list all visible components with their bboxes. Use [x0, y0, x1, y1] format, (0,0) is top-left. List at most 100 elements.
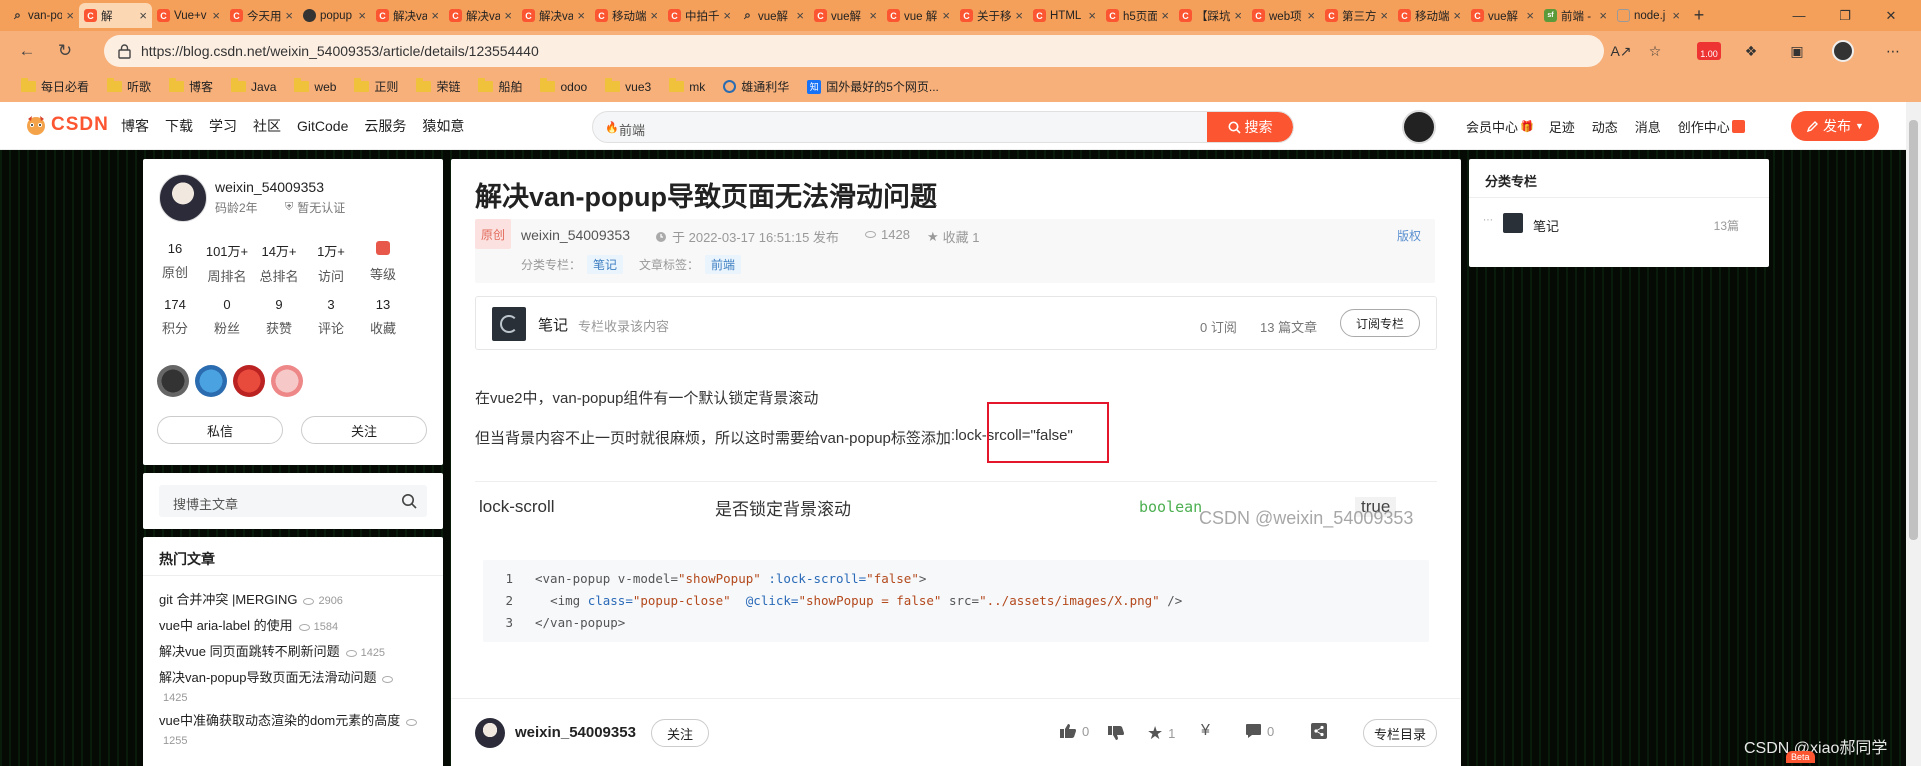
bookmark-item[interactable]: 知国外最好的5个网页... — [798, 75, 948, 99]
bookmark-item[interactable]: 每日必看 — [12, 75, 98, 99]
close-tab-icon[interactable]: × — [1161, 8, 1169, 23]
profile-stat[interactable]: 101万+ 周排名 — [201, 241, 253, 285]
nav-item[interactable]: GitCode — [297, 118, 348, 134]
right-nav-item[interactable]: 动态 — [1592, 117, 1618, 136]
collections-icon[interactable]: ▣ — [1784, 38, 1810, 64]
column-tag[interactable]: 笔记 — [587, 255, 624, 274]
browser-tab[interactable]: popup × — [298, 3, 371, 28]
category-item[interactable]: 笔记 — [1533, 216, 1559, 235]
nav-item[interactable]: 社区 — [253, 116, 281, 136]
browser-tab[interactable]: C 今天用 × — [225, 3, 298, 28]
bookmark-item[interactable]: 博客 — [160, 75, 222, 99]
bookmark-item[interactable]: 听歌 — [98, 75, 160, 99]
toolbar-follow-button[interactable]: 关注 — [651, 719, 709, 747]
right-nav-item[interactable]: 会员中心 — [1466, 117, 1518, 136]
browser-tab[interactable]: C 【踩坑 × — [1174, 3, 1247, 28]
comment-button[interactable]: 0 — [1245, 723, 1274, 739]
search-button[interactable]: 搜索 — [1207, 112, 1293, 142]
publish-button[interactable]: 发布 ▼ — [1791, 111, 1879, 141]
browser-tab[interactable]: C 第三方 × — [1320, 3, 1393, 28]
browser-tab[interactable]: C 解决va × — [444, 3, 517, 28]
collect-button[interactable]: ★ 1 — [1147, 723, 1175, 744]
browser-tab[interactable]: sf 前端 - × — [1539, 3, 1612, 28]
close-tab-icon[interactable]: × — [1234, 8, 1242, 23]
message-button[interactable]: 私信 — [157, 416, 283, 444]
close-tab-icon[interactable]: × — [1672, 8, 1680, 23]
user-avatar[interactable] — [1402, 110, 1436, 144]
close-tab-icon[interactable]: × — [942, 8, 950, 23]
profile-name[interactable]: weixin_54009353 — [215, 179, 324, 195]
dislike-button[interactable] — [1107, 725, 1125, 741]
close-tab-icon[interactable]: × — [358, 8, 366, 23]
nav-item[interactable]: 云服务 — [364, 116, 406, 136]
right-nav-item[interactable]: 创作中心 — [1678, 117, 1730, 136]
like-button[interactable]: 0 — [1059, 723, 1089, 739]
copyright-link[interactable]: 版权 — [1397, 227, 1421, 244]
column-thumb[interactable] — [492, 307, 526, 341]
back-button[interactable]: ← — [10, 34, 44, 68]
maximize-button[interactable]: ❐ — [1822, 0, 1868, 31]
profile-avatar-icon[interactable] — [1830, 38, 1856, 64]
browser-tab[interactable]: C 解 × — [79, 3, 152, 28]
browser-tab[interactable]: C 解决va × — [371, 3, 444, 28]
blog-search-input[interactable]: 搜博主文章 — [159, 485, 427, 517]
close-tab-icon[interactable]: × — [577, 8, 585, 23]
badge-icon[interactable] — [157, 365, 189, 397]
hot-article[interactable]: vue中准确获取动态渲染的dom元素的高度 1255 — [159, 712, 421, 750]
bookmark-item[interactable]: vue3 — [596, 75, 660, 99]
nav-item[interactable]: 下载 — [165, 116, 193, 136]
close-tab-icon[interactable]: × — [504, 8, 512, 23]
profile-stat[interactable]: 16 原创 — [149, 241, 201, 281]
profile-stat[interactable]: 9 获赞 — [253, 297, 305, 337]
address-bar[interactable]: https://blog.csdn.net/weixin_54009353/ar… — [104, 35, 1604, 67]
close-tab-icon[interactable]: × — [1088, 8, 1096, 23]
minimize-button[interactable]: — — [1776, 0, 1822, 31]
bookmark-item[interactable]: 雄通利华 — [714, 75, 798, 99]
profile-stat[interactable]: 174 积分 — [149, 297, 201, 337]
close-tab-icon[interactable]: × — [66, 8, 74, 23]
browser-tab[interactable]: C 关于移 × — [955, 3, 1028, 28]
csdn-logo[interactable]: CSDN — [24, 114, 109, 136]
scrollbar-thumb[interactable] — [1909, 120, 1918, 540]
toolbar-author[interactable]: weixin_54009353 — [515, 724, 636, 741]
browser-tab[interactable]: ⌕ van-po × — [6, 3, 79, 28]
browser-tab[interactable]: node.j × — [1612, 3, 1685, 28]
close-tab-icon[interactable]: × — [1599, 8, 1607, 23]
close-tab-icon[interactable]: × — [869, 8, 877, 23]
favorite-star-icon[interactable]: ☆ — [1642, 38, 1668, 64]
close-tab-icon[interactable]: × — [212, 8, 220, 23]
reader-extension-icon[interactable]: 1.00 — [1694, 38, 1724, 64]
hot-article[interactable]: 解决vue 同页面跳转不刷新问题 1425 — [159, 643, 421, 662]
hot-article[interactable]: 解决van-popup导致页面无法滑动问题 1425 — [159, 669, 421, 707]
badge-icon[interactable] — [195, 365, 227, 397]
browser-tab[interactable]: C 移动端 × — [1393, 3, 1466, 28]
extensions-icon[interactable]: ❖ — [1738, 38, 1764, 64]
browser-tab[interactable]: Cweb项 × — [1247, 3, 1320, 28]
profile-stat[interactable]: 3 评论 — [305, 297, 357, 337]
toc-button[interactable]: 专栏目录 — [1363, 719, 1437, 747]
column-name[interactable]: 笔记 — [538, 314, 568, 335]
new-tab-button[interactable]: + — [1685, 3, 1713, 28]
close-tab-icon[interactable]: × — [1015, 8, 1023, 23]
profile-stat[interactable]: 13 收藏 — [357, 297, 409, 337]
badge-icon[interactable] — [271, 365, 303, 397]
search-icon[interactable] — [401, 493, 417, 509]
more-menu-icon[interactable]: ⋯ — [1880, 38, 1906, 64]
profile-avatar[interactable] — [159, 174, 207, 222]
close-tab-icon[interactable]: × — [1453, 8, 1461, 23]
profile-stat[interactable]: 14万+ 总排名 — [253, 241, 305, 285]
bookmark-item[interactable]: Java — [222, 75, 285, 99]
read-aloud-icon[interactable]: A↗ — [1608, 38, 1634, 64]
right-nav-item[interactable]: 消息 — [1635, 117, 1661, 136]
search-box[interactable]: 🔥 前端 搜索 — [592, 111, 1294, 143]
bookmark-item[interactable]: mk — [660, 75, 714, 99]
nav-item[interactable]: 猿如意 — [422, 116, 464, 136]
browser-tab[interactable]: C HTML × — [1028, 3, 1101, 28]
reward-icon[interactable]: ¥ — [1201, 722, 1210, 740]
bookmark-item[interactable]: 船舶 — [469, 75, 531, 99]
right-nav-item[interactable]: 足迹 — [1549, 117, 1575, 136]
article-tag[interactable]: 前端 — [705, 255, 742, 274]
close-tab-icon[interactable]: × — [1526, 8, 1534, 23]
browser-tab[interactable]: ⌕ vue解 × — [736, 3, 809, 28]
share-button[interactable] — [1311, 723, 1327, 739]
